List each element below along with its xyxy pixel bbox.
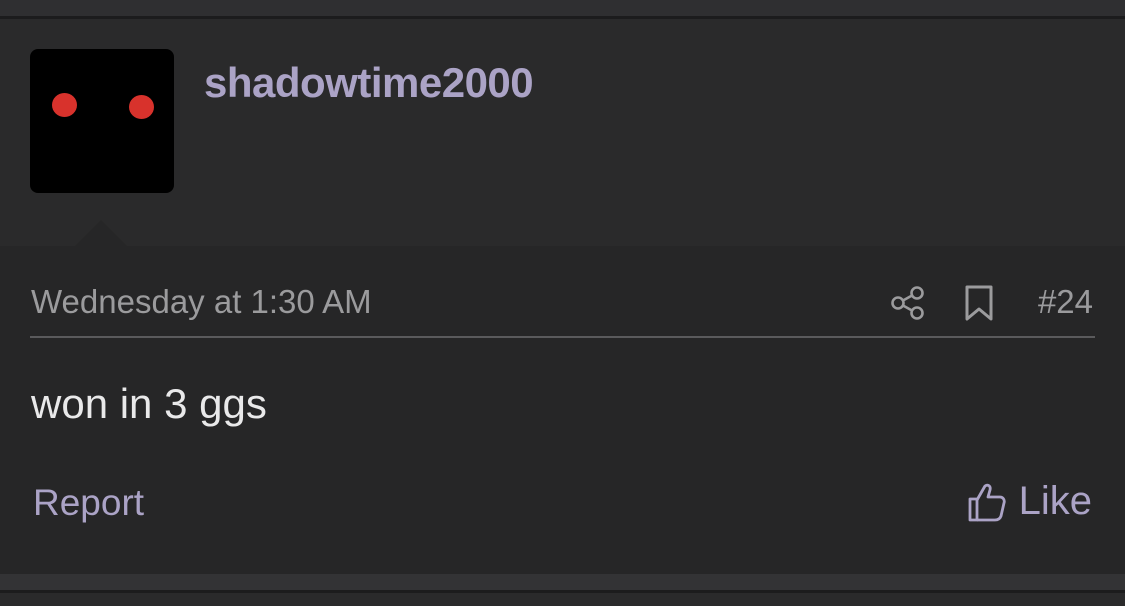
avatar-eye-left bbox=[52, 93, 77, 117]
like-button[interactable]: Like bbox=[967, 479, 1092, 524]
forum-post: shadowtime2000 Wednesday at 1:30 AM #24 … bbox=[0, 19, 1125, 574]
next-post-edge bbox=[0, 593, 1125, 606]
avatar[interactable] bbox=[30, 49, 174, 193]
username-link[interactable]: shadowtime2000 bbox=[204, 59, 534, 107]
share-button[interactable] bbox=[888, 283, 928, 323]
post-separator bbox=[0, 574, 1125, 590]
report-link[interactable]: Report bbox=[33, 482, 144, 524]
meta-divider bbox=[30, 336, 1095, 338]
post-user-header: shadowtime2000 bbox=[0, 19, 1125, 246]
avatar-eye-right bbox=[129, 95, 154, 119]
bookmark-icon bbox=[965, 285, 993, 321]
bookmark-button[interactable] bbox=[961, 283, 997, 323]
share-icon bbox=[891, 286, 924, 320]
post-content: won in 3 ggs bbox=[31, 380, 267, 427]
post-number-link[interactable]: #24 bbox=[1038, 283, 1093, 321]
post-date[interactable]: Wednesday at 1:30 AM bbox=[31, 283, 372, 321]
user-header-pointer bbox=[75, 220, 127, 246]
thumbs-up-icon bbox=[968, 483, 1006, 521]
like-label: Like bbox=[1018, 479, 1092, 523]
previous-post-edge bbox=[0, 0, 1125, 16]
